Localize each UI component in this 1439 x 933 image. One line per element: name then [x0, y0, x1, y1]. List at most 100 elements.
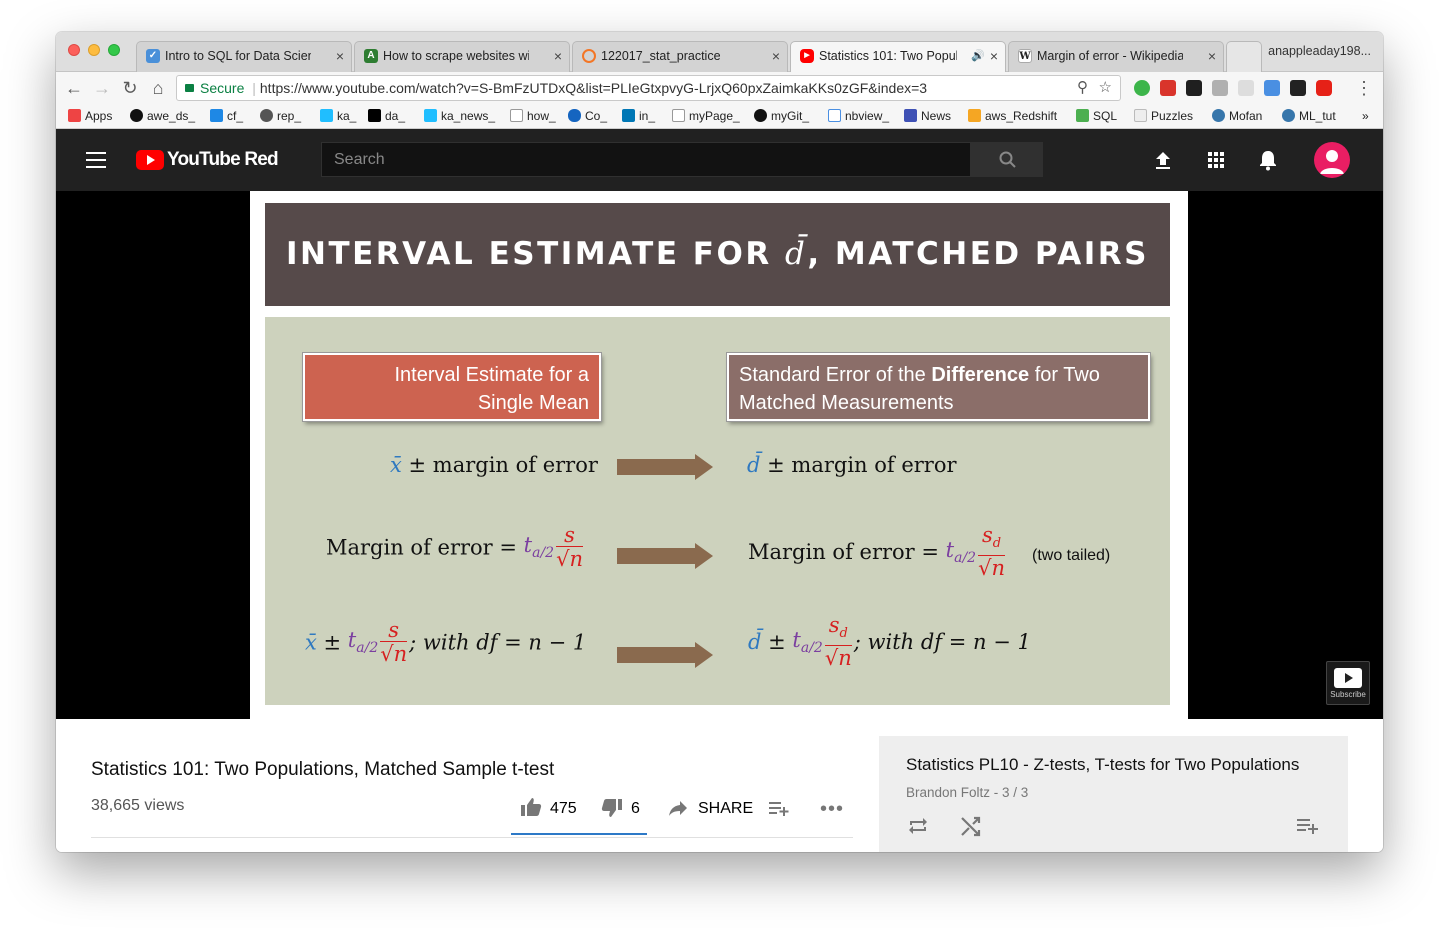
maximize-window-button[interactable]: [108, 44, 120, 56]
search-input[interactable]: Search: [321, 142, 971, 177]
hamburger-menu-icon[interactable]: [86, 152, 106, 168]
bookmark-rep[interactable]: rep_: [260, 108, 301, 124]
thumbs-down-icon: [601, 799, 622, 817]
extension-python-icon[interactable]: [1186, 80, 1202, 96]
tab-margin-of-error[interactable]: W Margin of error - Wikipedia ×: [1008, 41, 1224, 72]
python-icon: [1282, 109, 1295, 122]
forward-arrow-icon[interactable]: →: [90, 76, 114, 100]
video-player[interactable]: INTERVAL ESTIMATE FOR d̄, MATCHED PAIRS …: [56, 191, 1383, 719]
apps-grid-icon[interactable]: [1203, 147, 1229, 173]
thumbs-up-icon: [521, 798, 542, 816]
tab-close-icon[interactable]: ×: [772, 42, 780, 70]
close-window-button[interactable]: [68, 44, 80, 56]
user-icon: [1320, 150, 1344, 174]
shuffle-icon[interactable]: [959, 814, 983, 838]
tab-close-icon[interactable]: ×: [990, 42, 998, 70]
home-icon[interactable]: ⌂: [146, 76, 170, 100]
single-mean-box: Interval Estimate for a Single Mean: [303, 353, 601, 421]
playlist-meta: Brandon Foltz - 3 / 3: [906, 785, 1029, 800]
bookmark-mypage[interactable]: myPage_: [672, 108, 740, 124]
extension-green-icon[interactable]: [1134, 80, 1150, 96]
search-icon: [999, 151, 1016, 168]
playlist-title[interactable]: Statistics PL10 - Z-tests, T-tests for T…: [906, 755, 1299, 775]
row1-left-formula: x̄ ± margin of error: [390, 453, 598, 477]
zoom-icon[interactable]: ⚲: [1077, 76, 1088, 100]
tab-close-icon[interactable]: ×: [1208, 42, 1216, 70]
reload-icon[interactable]: ↻: [118, 76, 142, 100]
playlist-add-icon[interactable]: [1295, 814, 1319, 838]
bookmark-sql[interactable]: SQL: [1076, 108, 1117, 124]
rep-icon: [260, 109, 273, 122]
menu-kebab-icon[interactable]: ⋮: [1352, 76, 1376, 100]
extension-blue-icon[interactable]: [1264, 80, 1280, 96]
share-button[interactable]: SHARE: [668, 797, 753, 821]
page-icon: [672, 109, 685, 122]
tab-strip: ✓ Intro to SQL for Data Science × A How …: [56, 32, 1383, 73]
bookmark-star-icon[interactable]: ☆: [1099, 76, 1112, 100]
lecture-slide: INTERVAL ESTIMATE FOR d̄, MATCHED PAIRS …: [250, 191, 1188, 719]
minimize-window-button[interactable]: [88, 44, 100, 56]
bookmark-aws-redshift[interactable]: aws_Redshift: [968, 108, 1057, 124]
bookmark-how[interactable]: how_: [510, 108, 556, 124]
tab-close-icon[interactable]: ×: [554, 42, 562, 70]
more-actions-icon[interactable]: •••: [820, 797, 844, 821]
youtube-play-icon: [1334, 668, 1362, 688]
da-icon: [368, 109, 381, 122]
add-to-playlist-button[interactable]: [768, 797, 790, 821]
new-tab-button[interactable]: [1226, 41, 1262, 72]
secure-label: Secure: [200, 80, 245, 96]
bookmark-in[interactable]: in_: [622, 108, 655, 124]
bookmark-awe-ds[interactable]: awe_ds_: [130, 108, 195, 124]
upload-icon[interactable]: [1150, 147, 1176, 173]
tab-statistics-101[interactable]: ▶ Statistics 101: Two Popula 🔊 ×: [790, 41, 1006, 73]
news-icon: [904, 109, 917, 122]
bookmark-ka-news[interactable]: ka_news_: [424, 108, 495, 124]
extension-dark-icon[interactable]: [1290, 80, 1306, 96]
bookmark-cf[interactable]: cf_: [210, 108, 243, 124]
apps-grid-icon: [68, 109, 81, 122]
kaggle-icon: [320, 109, 333, 122]
extension-pdf-icon[interactable]: [1160, 80, 1176, 96]
standard-error-box: Standard Error of the Difference for Two…: [727, 353, 1150, 421]
bookmark-ml-tut[interactable]: ML_tut: [1282, 108, 1336, 124]
like-button[interactable]: 475: [520, 797, 577, 821]
browser-toolbar: ← → ↻ ⌂ Secure | https://www.youtube.com/…: [56, 72, 1383, 104]
bookmark-mofan[interactable]: Mofan: [1212, 108, 1262, 124]
bookmark-co[interactable]: Co_: [568, 108, 607, 124]
bookmark-apps[interactable]: Apps: [68, 108, 112, 124]
extension-light-icon[interactable]: [1238, 80, 1254, 96]
bookmark-mygit[interactable]: myGit_: [754, 108, 809, 124]
loop-icon[interactable]: [906, 814, 930, 838]
more-bookmarks-icon[interactable]: »: [1362, 108, 1369, 124]
share-arrow-icon: [669, 801, 687, 816]
bookmark-nbview[interactable]: nbview_: [828, 108, 889, 124]
tab-stat-practice[interactable]: 122017_stat_practice ×: [572, 41, 788, 72]
slide-title: INTERVAL ESTIMATE FOR d̄, MATCHED PAIRS: [265, 203, 1170, 306]
bookmark-news[interactable]: News: [904, 108, 951, 124]
address-bar[interactable]: Secure | https://www.youtube.com/watch?v=…: [176, 75, 1121, 101]
dislike-button[interactable]: 6: [601, 797, 640, 821]
subscribe-watermark-button[interactable]: Subscribe: [1326, 661, 1370, 705]
row3-right-formula: d̄ ± ta/2 sd √n; with df = n − 1: [748, 613, 1031, 671]
bookmarks-bar: Apps awe_ds_ cf_ rep_ ka_ da_ ka_news_ h…: [56, 104, 1383, 129]
github-icon: [130, 109, 143, 122]
tab-scrape-websites[interactable]: A How to scrape websites with ×: [354, 41, 570, 72]
like-ratio-bar: [511, 833, 647, 835]
kaggle-icon: [424, 109, 437, 122]
back-arrow-icon[interactable]: ←: [62, 76, 86, 100]
speaker-icon[interactable]: 🔊: [971, 42, 985, 70]
bookmark-ka[interactable]: ka_: [320, 108, 356, 124]
playlist-panel: Statistics PL10 - Z-tests, T-tests for T…: [879, 736, 1348, 852]
tab-close-icon[interactable]: ×: [336, 42, 344, 70]
avatar[interactable]: [1314, 142, 1350, 178]
extension-youtube-icon[interactable]: [1316, 80, 1332, 96]
view-count: 38,665 views: [91, 797, 185, 814]
bookmark-puzzles[interactable]: Puzzles: [1134, 108, 1193, 124]
search-button[interactable]: [971, 142, 1043, 177]
row2-left-formula: Margin of error = ta/2 s √n: [326, 523, 583, 571]
bookmark-da[interactable]: da_: [368, 108, 405, 124]
tab-intro-sql[interactable]: ✓ Intro to SQL for Data Science ×: [136, 41, 352, 72]
extension-grey-icon[interactable]: [1212, 80, 1228, 96]
notification-bell-icon[interactable]: [1255, 147, 1281, 173]
profile-name[interactable]: anappleaday198...: [1268, 44, 1371, 58]
